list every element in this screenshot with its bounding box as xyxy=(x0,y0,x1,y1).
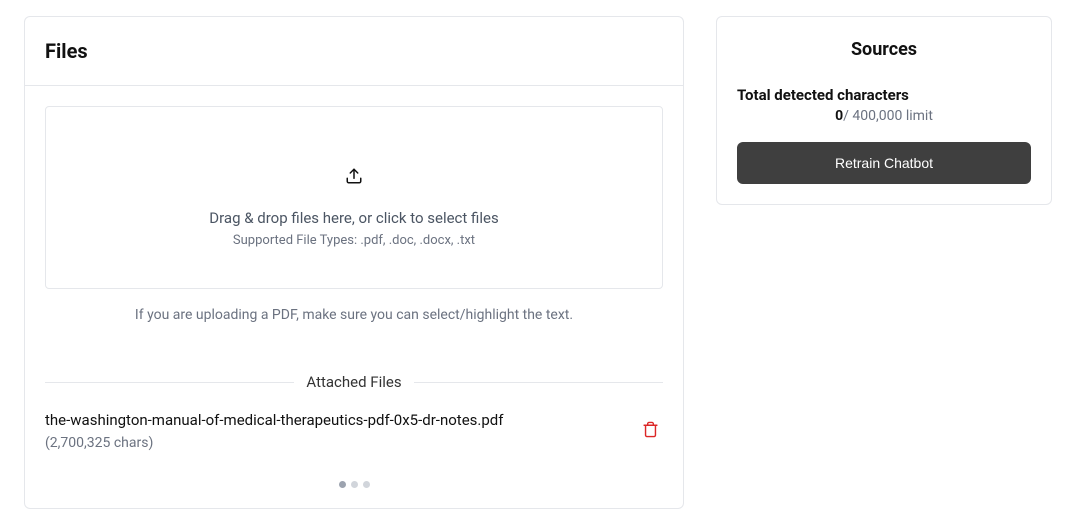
sources-panel: Sources Total detected characters 0/ 400… xyxy=(716,16,1052,205)
file-name: the-washington-manual-of-medical-therape… xyxy=(45,411,622,429)
loading-dots xyxy=(45,481,663,488)
total-characters-value: 0 xyxy=(835,108,843,124)
file-row: the-washington-manual-of-medical-therape… xyxy=(45,411,663,451)
trash-icon xyxy=(642,421,659,441)
dropzone-text: Drag & drop files here, or click to sele… xyxy=(66,209,642,227)
files-panel: Files Drag & drop files here, or click t… xyxy=(24,16,684,509)
total-characters-limit: / 400,000 limit xyxy=(843,108,933,124)
attached-files-divider: Attached Files xyxy=(45,373,663,391)
pdf-note: If you are uploading a PDF, make sure yo… xyxy=(45,307,663,323)
dropzone-subtext: Supported File Types: .pdf, .doc, .docx,… xyxy=(66,233,642,248)
total-characters-label: Total detected characters xyxy=(737,86,1031,104)
delete-file-button[interactable] xyxy=(638,417,663,445)
file-dropzone[interactable]: Drag & drop files here, or click to sele… xyxy=(45,106,663,289)
retrain-chatbot-button[interactable]: Retrain Chatbot xyxy=(737,142,1031,184)
total-characters-row: 0/ 400,000 limit xyxy=(737,108,1031,124)
attached-files-label: Attached Files xyxy=(306,373,401,391)
upload-icon xyxy=(345,167,363,189)
sources-title: Sources xyxy=(737,39,1031,60)
file-chars: (2,700,325 chars) xyxy=(45,435,622,451)
files-title: Files xyxy=(45,39,663,63)
